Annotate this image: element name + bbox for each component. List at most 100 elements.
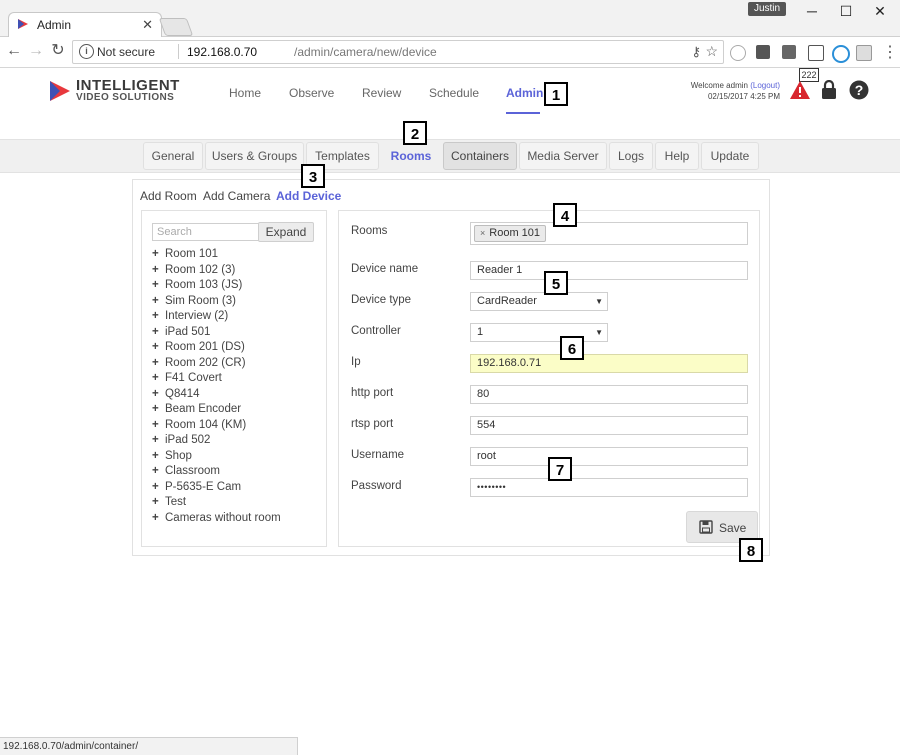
- tab-users-groups[interactable]: Users & Groups: [205, 142, 304, 170]
- tab-help[interactable]: Help: [655, 142, 699, 170]
- tab-logs[interactable]: Logs: [609, 142, 653, 170]
- tree-item[interactable]: + P-5635-E Cam: [152, 480, 241, 495]
- add-device-link[interactable]: Add Device: [276, 189, 341, 203]
- extension-pdf-icon[interactable]: [856, 45, 872, 61]
- device-type-select[interactable]: CardReader ▼: [470, 292, 608, 311]
- callout-3: 3: [301, 164, 325, 188]
- expand-plus-icon[interactable]: +: [152, 340, 165, 355]
- expand-plus-icon[interactable]: +: [152, 480, 165, 495]
- nav-observe[interactable]: Observe: [289, 86, 334, 100]
- close-window-icon[interactable]: ✕: [864, 2, 896, 20]
- tree-item[interactable]: + Room 101: [152, 247, 218, 262]
- nav-review[interactable]: Review: [362, 86, 401, 100]
- extension-gear-icon[interactable]: [730, 45, 746, 61]
- browser-tab[interactable]: Admin ✕: [8, 12, 162, 37]
- expand-plus-icon[interactable]: +: [152, 495, 165, 510]
- bookmark-star-icon[interactable]: ☆: [705, 43, 718, 60]
- add-room-link[interactable]: Add Room: [140, 189, 197, 203]
- browser-menu-icon[interactable]: ⋮: [882, 42, 898, 62]
- tree-item[interactable]: + iPad 502: [152, 433, 210, 448]
- tree-item-label: Cameras without room: [165, 511, 281, 524]
- expand-plus-icon[interactable]: +: [152, 371, 165, 386]
- expand-plus-icon[interactable]: +: [152, 511, 165, 526]
- nav-home[interactable]: Home: [229, 86, 261, 100]
- forward-arrow-icon[interactable]: →: [26, 41, 46, 61]
- tree-item[interactable]: + Room 104 (KM): [152, 418, 246, 433]
- add-camera-link[interactable]: Add Camera: [203, 189, 270, 203]
- close-tab-icon[interactable]: ✕: [142, 17, 153, 33]
- key-icon[interactable]: ⚷: [691, 44, 701, 60]
- save-floppy-icon: [699, 520, 713, 534]
- nav-admin[interactable]: Admin: [506, 86, 543, 100]
- expand-plus-icon[interactable]: +: [152, 433, 165, 448]
- expand-plus-icon[interactable]: +: [152, 325, 165, 340]
- tab-media-server[interactable]: Media Server: [519, 142, 607, 170]
- callout-8: 8: [739, 538, 763, 562]
- expand-plus-icon[interactable]: +: [152, 402, 165, 417]
- username-input[interactable]: root: [470, 447, 748, 466]
- rooms-label: Rooms: [351, 225, 388, 237]
- tree-item[interactable]: + Cameras without room: [152, 511, 281, 526]
- back-arrow-icon[interactable]: ←: [4, 41, 24, 61]
- expand-plus-icon[interactable]: +: [152, 418, 165, 433]
- expand-plus-icon[interactable]: +: [152, 356, 165, 371]
- logout-link[interactable]: (Logout): [750, 81, 780, 90]
- tree-item[interactable]: + Room 102 (3): [152, 263, 235, 278]
- url-path: /admin/camera/new/device: [294, 45, 437, 59]
- reload-icon[interactable]: ↻: [48, 41, 68, 61]
- select-caret-icon: ▼: [595, 328, 603, 337]
- expand-button[interactable]: Expand: [258, 222, 314, 242]
- expand-plus-icon[interactable]: +: [152, 278, 165, 293]
- cast-icon[interactable]: [808, 45, 824, 61]
- expand-plus-icon[interactable]: +: [152, 449, 165, 464]
- tree-item[interactable]: + Room 103 (JS): [152, 278, 242, 293]
- tree-item[interactable]: + Classroom: [152, 464, 220, 479]
- tree-item[interactable]: + Test: [152, 495, 186, 510]
- extension-square-icon[interactable]: [756, 45, 770, 59]
- lock-icon[interactable]: [821, 80, 837, 100]
- tree-item[interactable]: + Room 201 (DS): [152, 340, 245, 355]
- http-port-input[interactable]: 80: [470, 385, 748, 404]
- ip-input[interactable]: 192.168.0.71: [470, 354, 748, 373]
- tree-item-label: P-5635-E Cam: [165, 480, 242, 493]
- password-input[interactable]: ••••••••: [470, 478, 748, 497]
- tree-item[interactable]: + Shop: [152, 449, 192, 464]
- tree-item-label: Sim Room (3): [165, 294, 236, 307]
- help-icon[interactable]: ?: [849, 80, 869, 100]
- tab-containers[interactable]: Containers: [443, 142, 517, 170]
- device-name-input[interactable]: Reader 1: [470, 261, 748, 280]
- expand-plus-icon[interactable]: +: [152, 464, 165, 479]
- profile-chip[interactable]: Justin: [748, 2, 786, 16]
- expand-plus-icon[interactable]: +: [152, 387, 165, 402]
- expand-plus-icon[interactable]: +: [152, 309, 165, 324]
- tree-item[interactable]: + iPad 501: [152, 325, 210, 340]
- tab-general[interactable]: General: [143, 142, 203, 170]
- extension-d-icon[interactable]: [832, 45, 850, 63]
- minimize-icon[interactable]: ─: [796, 2, 828, 20]
- expand-plus-icon[interactable]: +: [152, 294, 165, 309]
- tree-item[interactable]: + Interview (2): [152, 309, 228, 324]
- tree-search-input[interactable]: Search: [152, 223, 260, 241]
- controller-select[interactable]: 1 ▼: [470, 323, 608, 342]
- tree-item[interactable]: + F41 Covert: [152, 371, 222, 386]
- browser-toolbar: ← → ↻ i Not secure 192.168.0.70 /admin/c…: [0, 37, 900, 68]
- alert-warning-icon[interactable]: [789, 80, 811, 100]
- welcome-user: Welcome admin: [690, 81, 748, 90]
- tree-item[interactable]: + Q8414: [152, 387, 200, 402]
- maximize-icon[interactable]: ☐: [830, 2, 862, 20]
- tree-item[interactable]: + Room 202 (CR): [152, 356, 246, 371]
- tree-item[interactable]: + Beam Encoder: [152, 402, 241, 417]
- tree-item-label: Shop: [165, 449, 192, 462]
- address-bar[interactable]: i Not secure 192.168.0.70 /admin/camera/…: [72, 40, 724, 64]
- remove-tag-icon[interactable]: ×: [480, 228, 485, 238]
- rtsp-port-input[interactable]: 554: [470, 416, 748, 435]
- info-icon[interactable]: i: [79, 44, 94, 59]
- expand-plus-icon[interactable]: +: [152, 263, 165, 278]
- expand-plus-icon[interactable]: +: [152, 247, 165, 262]
- status-bar-url: 192.168.0.70/admin/container/: [0, 737, 298, 755]
- nav-schedule[interactable]: Schedule: [429, 86, 479, 100]
- room-tag-label: Room 101: [489, 227, 541, 239]
- tab-update[interactable]: Update: [701, 142, 759, 170]
- extension-dark-icon[interactable]: [782, 45, 796, 59]
- tree-item[interactable]: + Sim Room (3): [152, 294, 236, 309]
